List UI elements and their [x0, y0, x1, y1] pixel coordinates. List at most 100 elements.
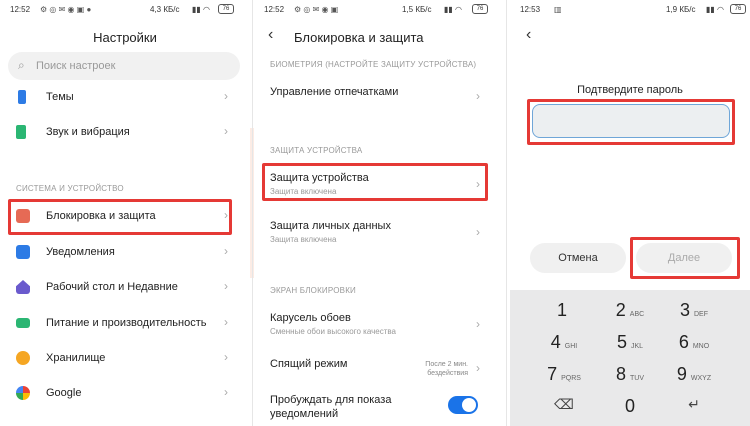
highlight-box	[527, 99, 735, 145]
speaker-icon	[16, 125, 26, 139]
section-header: ЭКРАН БЛОКИРОВКИ	[270, 286, 357, 295]
chevron-right-icon: ›	[224, 385, 228, 399]
back-arrow-icon[interactable]: ‹	[526, 26, 531, 44]
section-header: БИОМЕТРИЯ (НАСТРОЙТЕ ЗАЩИТУ УСТРОЙСТВА)	[270, 60, 477, 69]
net-speed: 1,5 КБ/с	[402, 5, 432, 14]
lock-security-panel: 12:52 ⚙ ◎ ✉ ◉ ▣ 1,5 КБ/с ▮▮ ◠ 76 ‹ Блоки…	[254, 0, 500, 426]
battery-indicator: 76	[218, 4, 234, 14]
item-subtitle: Защита включена	[270, 235, 337, 244]
key-9[interactable]: 9 WXYZ	[664, 364, 724, 394]
key-8[interactable]: 8 TUV	[600, 364, 660, 394]
key-2[interactable]: 2 ABC	[600, 300, 660, 330]
chevron-right-icon: ›	[476, 317, 480, 331]
settings-item-power[interactable]: Питание и производительность ›	[0, 308, 250, 340]
sleep-value: После 2 мин. бездействия	[425, 360, 468, 378]
back-arrow-icon[interactable]: ‹	[268, 26, 273, 44]
key-7[interactable]: 7 PQRS	[534, 364, 594, 394]
battery-indicator: 76	[730, 4, 746, 14]
app-icons: ⚙ ◎ ✉ ◉ ▣ ●	[40, 5, 92, 14]
wake-toggle[interactable]	[448, 396, 478, 414]
chevron-right-icon: ›	[476, 89, 480, 103]
settings-item-sound[interactable]: Звук и вибрация ›	[0, 117, 250, 149]
chevron-right-icon: ›	[224, 89, 228, 103]
cancel-button[interactable]: Отмена	[530, 243, 626, 273]
key-4[interactable]: 4 GHI	[534, 332, 594, 362]
wallpaper-carousel-item[interactable]: Карусель обоев Сменные обои высокого кач…	[270, 312, 484, 336]
item-label: Управление отпечатками	[270, 86, 399, 98]
item-label: Уведомления	[46, 246, 115, 258]
item-label: Рабочий стол и Недавние	[46, 281, 178, 293]
google-icon	[16, 386, 30, 400]
chevron-right-icon: ›	[224, 279, 228, 293]
chevron-right-icon: ›	[476, 225, 480, 239]
page-title: Настройки	[93, 30, 157, 45]
settings-panel: 12:52 ⚙ ◎ ✉ ◉ ▣ ● 4,3 КБ/с ▮▮ ◠ 76 Настр…	[0, 0, 250, 426]
key-5[interactable]: 5 JKL	[600, 332, 660, 362]
status-bar: 12:53 ▥ 1,9 КБ/с ▮▮ ◠ 76	[510, 0, 750, 20]
net-speed: 1,9 КБ/с	[666, 5, 696, 14]
bell-icon	[16, 245, 30, 259]
toggle-knob	[462, 398, 476, 412]
item-label: Темы	[46, 91, 74, 103]
item-label: Карусель обоев	[270, 312, 351, 324]
search-placeholder: Поиск настроек	[36, 60, 116, 72]
settings-item-storage[interactable]: Хранилище ›	[0, 343, 250, 375]
chevron-right-icon: ›	[476, 361, 480, 375]
section-header: ЗАЩИТА УСТРОЙСТВА	[270, 146, 363, 155]
palette-icon	[18, 90, 26, 104]
item-label: Google	[46, 387, 82, 399]
privacy-protection-item[interactable]: Защита личных данных Защита включена ›	[270, 220, 484, 244]
item-label: Питание и производительность	[46, 317, 207, 329]
numeric-keypad: 1 2 ABC 3 DEF 4 GHI 5 JKL 6 MNO 7 PQRS 8 TUV 9W…	[510, 290, 750, 426]
sleep-mode-item[interactable]: Спящий режим После 2 мин. бездействия ›	[270, 358, 484, 377]
divider	[252, 0, 253, 426]
signal-icon: ▮▮ ◠	[706, 5, 725, 14]
fingerprints-item[interactable]: Управление отпечатками ›	[270, 86, 484, 103]
section-header: СИСТЕМА И УСТРОЙСТВО	[16, 184, 124, 193]
highlight-box	[262, 163, 488, 201]
home-icon	[16, 280, 30, 294]
divider	[506, 0, 507, 426]
settings-item-themes[interactable]: Темы ›	[0, 82, 250, 114]
sleep-value-line2: бездействия	[427, 370, 468, 377]
battery-indicator: 76	[472, 4, 488, 14]
trash-icon: ▥	[554, 5, 562, 14]
settings-item-notifications[interactable]: Уведомления ›	[0, 237, 250, 269]
chevron-right-icon: ›	[224, 244, 228, 258]
status-bar: 12:52 ⚙ ◎ ✉ ◉ ▣ 1,5 КБ/с ▮▮ ◠ 76	[254, 0, 500, 20]
sleep-value-line1: После 2 мин.	[425, 361, 468, 368]
settings-item-google[interactable]: Google ›	[0, 378, 250, 410]
signal-icon: ▮▮ ◠	[192, 5, 211, 14]
highlight-box	[630, 237, 740, 279]
net-speed: 4,3 КБ/с	[150, 5, 180, 14]
highlight-box	[8, 199, 232, 235]
enter-icon: ↵	[688, 396, 700, 412]
chevron-right-icon: ›	[224, 350, 228, 364]
key-0[interactable]: 0	[600, 396, 660, 426]
item-label: Звук и вибрация	[46, 126, 130, 138]
page-title: Блокировка и защита	[294, 30, 424, 45]
key-3[interactable]: 3 DEF	[664, 300, 724, 330]
key-1[interactable]: 1	[534, 300, 594, 330]
enter-key[interactable]: ↵	[664, 396, 724, 426]
item-label: Хранилище	[46, 352, 106, 364]
chevron-right-icon: ›	[224, 315, 228, 329]
battery-icon	[16, 318, 30, 328]
item-subtitle: Сменные обои высокого качества	[270, 327, 396, 336]
settings-item-home[interactable]: Рабочий стол и Недавние ›	[0, 272, 250, 304]
chevron-right-icon: ›	[224, 124, 228, 138]
search-icon: ⌕	[18, 58, 25, 72]
search-input[interactable]: ⌕ Поиск настроек	[8, 52, 240, 80]
backspace-key[interactable]: ⌫	[534, 396, 594, 426]
app-icons: ⚙ ◎ ✉ ◉ ▣	[294, 5, 339, 14]
status-time: 12:53	[520, 5, 541, 14]
confirm-password-panel: 12:53 ▥ 1,9 КБ/с ▮▮ ◠ 76 ‹ Подтвердите п…	[510, 0, 750, 426]
backspace-icon: ⌫	[554, 396, 574, 412]
status-time: 12:52	[264, 5, 285, 14]
confirm-password-title: Подтвердите пароль	[577, 84, 683, 96]
key-6[interactable]: 6 MNO	[664, 332, 724, 362]
item-label: Защита личных данных	[270, 220, 391, 232]
status-time: 12:52	[10, 5, 31, 14]
signal-icon: ▮▮ ◠	[444, 5, 463, 14]
storage-icon	[16, 351, 30, 365]
